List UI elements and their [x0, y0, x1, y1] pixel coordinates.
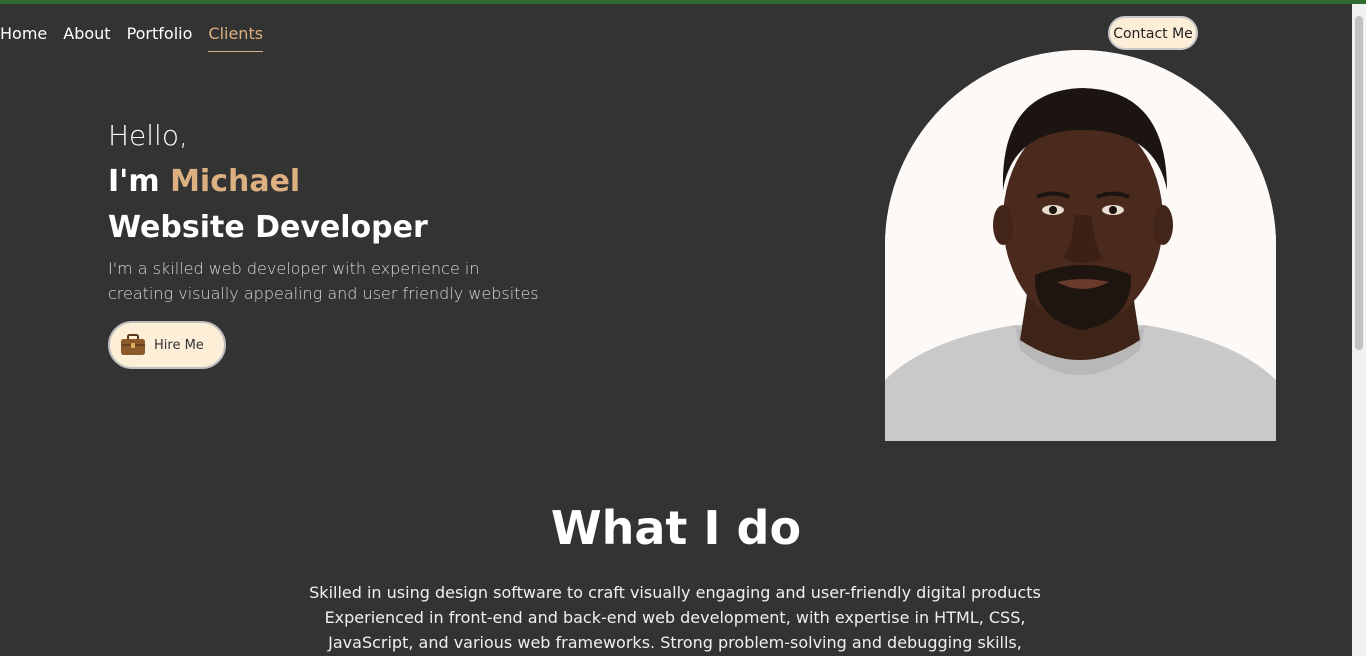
main-nav: Home About Portfolio Clients	[0, 24, 264, 52]
profile-photo	[885, 50, 1276, 441]
nav-portfolio[interactable]: Portfolio	[127, 24, 193, 52]
hero-description: I'm a skilled web developer with experie…	[108, 259, 539, 303]
vertical-scrollbar[interactable]	[1352, 4, 1366, 656]
hire-me-button[interactable]: Hire Me	[108, 321, 226, 369]
scrollbar-thumb[interactable]	[1355, 16, 1363, 350]
section-text: Skilled in using design software to craf…	[309, 583, 1041, 652]
nav-home[interactable]: Home	[0, 24, 47, 52]
section-title: What I do	[550, 501, 802, 555]
contact-me-button[interactable]: Contact Me	[1108, 16, 1198, 50]
hero-greeting: Hello,	[108, 119, 188, 152]
hero-intro: I'm Michael	[108, 160, 548, 204]
hero-im-prefix: I'm	[108, 164, 160, 199]
nav-about[interactable]: About	[63, 24, 110, 52]
hire-me-label: Hire Me	[154, 337, 204, 353]
briefcase-icon	[121, 334, 145, 355]
hero-role: Website Developer	[108, 210, 428, 245]
hero-section: Hello, I'm Michael Website Developer I'm…	[108, 116, 548, 306]
hero-name: Michael	[170, 164, 301, 199]
nav-clients[interactable]: Clients	[208, 24, 264, 52]
